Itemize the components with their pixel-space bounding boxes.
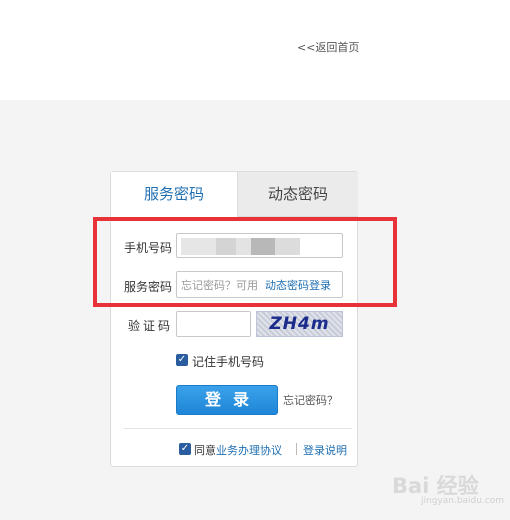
obscured-value [275, 238, 300, 255]
obscured-value [251, 238, 275, 255]
captcha-input[interactable] [176, 311, 251, 337]
top-area [0, 0, 510, 100]
obscured-value [216, 238, 236, 255]
captcha-image[interactable]: ZH4m [256, 311, 343, 337]
remember-label[interactable]: 记住手机号码 [192, 353, 264, 370]
captcha-label: 验证码 [128, 319, 174, 333]
phone-input[interactable] [176, 233, 343, 258]
back-home-link[interactable]: <<返回首页 [297, 39, 359, 55]
divider [124, 428, 352, 429]
agreement-link[interactable]: 业务办理协议 [216, 444, 282, 457]
remember-checkbox[interactable]: ✓ [176, 354, 188, 366]
obscured-value [181, 238, 216, 255]
phone-label: 手机号码 [124, 241, 173, 255]
agree-checkbox[interactable]: ✓ [179, 443, 191, 455]
separator [296, 443, 297, 455]
agree-text: 同意业务办理协议 [194, 442, 282, 458]
login-help-link[interactable]: 登录说明 [303, 442, 347, 458]
obscured-value [236, 238, 251, 255]
tab-dynamic-password[interactable]: 动态密码 [237, 172, 358, 217]
password-label: 服务密码 [124, 280, 173, 294]
login-button[interactable]: 登录 [176, 385, 278, 415]
dynamic-password-login-link[interactable]: 动态密码登录 [265, 277, 331, 293]
watermark-url: jingyan.baidu.com [421, 496, 505, 506]
agree-prefix: 同意 [194, 444, 216, 457]
tab-service-password[interactable]: 服务密码 [111, 172, 237, 217]
forgot-password-link[interactable]: 忘记密码？ [283, 392, 338, 408]
password-placeholder: 忘记密码？可用 [181, 279, 258, 292]
